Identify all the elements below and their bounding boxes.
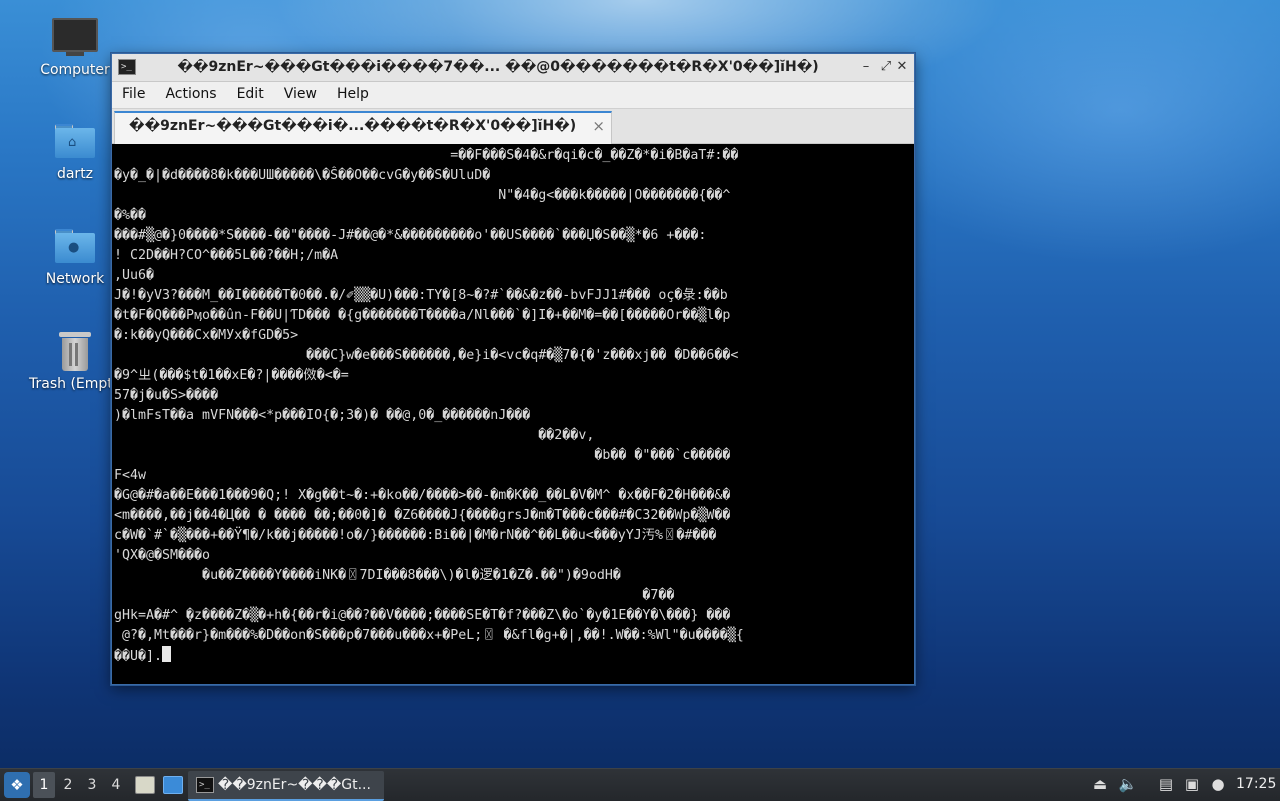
start-menu-icon[interactable]: ❖ [4,772,30,798]
menu-bar: File Actions Edit View Help [112,82,914,109]
terminal-line: ,Uu6� [114,268,155,283]
terminal-line: �9^ㄓ(���$t�1��xE�?|����傚�<�= [114,368,349,383]
taskbar-terminal-task[interactable]: >_ ��9znEr~���Gt... [188,771,384,801]
terminal-line: ���C}w�e���S������,�e}i�<vc�q#�▒7�{�'z��… [114,348,739,363]
terminal-line: �y�_�|�d����8�k���UШ�����\�Ŝ��O��cvG�y��… [114,168,491,183]
file-manager-icon[interactable] [135,776,155,794]
computer-icon [52,18,98,56]
terminal-app-icon[interactable]: >_ [118,59,136,75]
tab-bar: ��9znEr~���Gt���i�...����t�R�X'0��]ĭH�) … [112,109,914,144]
terminal-line: ! C2D��H?CO^���5L��?��H;/m�A [114,248,339,263]
terminal-window[interactable]: >_ ��9znEr~���Gt���i����7��... ��@0�����… [111,53,915,685]
terminal-line: �t�F�Q���Pӎo��ûn-F��U|ƬD��� �{g�������T�… [114,308,731,323]
menu-actions[interactable]: Actions [155,82,226,102]
terminal-line: <m����,��j��4�Ц�� � ���� ��;��0�]� �Z6��… [114,508,731,523]
tab-title: ��9znEr~���Gt���i�...����t�R�X'0��]ĭH�) [129,118,577,134]
desktop-icon-home-folder[interactable]: ⌂ dartz [27,124,123,182]
desktop-icon-label: Trash (Empt [29,376,113,392]
menu-help[interactable]: Help [327,82,379,102]
terminal-line: �u��Z����Y����iNK�〿7DI���8���\)�l�逻�1�Z�… [114,568,621,583]
terminal-line: =��F���S�4�&r�qi�c�_��Z�*�i�B�aT#:�� [114,148,739,163]
terminal-line: ���#▒@�}0����*S����-��"����-J#��@�*&����… [114,228,707,243]
desktop-icon-computer[interactable]: Computer [27,18,123,78]
terminal-line: ��2��v, [114,428,595,443]
volume-icon[interactable]: 🔈 [1117,775,1139,793]
terminal-scrollbar[interactable] [886,146,914,682]
network-folder-icon: ● [55,229,95,263]
terminal-line: �:k��yQ���Cx�MУх�fGD�5> [114,328,299,343]
window-titlebar[interactable]: >_ ��9znEr~���Gt���i����7��... ��@0�����… [112,54,914,82]
terminal-line: 'QX�@�SM���o [114,548,211,563]
terminal-line: N"�4�g<���k�����|O�������{��^ [114,188,731,203]
minimize-icon[interactable]: – [856,57,876,77]
window-title: ��9znEr~���Gt���i����7��... ��@0�������t… [177,59,819,75]
terminal-line: �7�� [114,588,675,603]
terminal-line: F<4w [114,468,147,483]
tab-close-icon[interactable]: × [592,117,605,135]
terminal-line: �%�� [114,208,147,223]
workspace-2[interactable]: 2 [57,772,79,798]
workspace-3[interactable]: 3 [81,772,103,798]
home-folder-icon: ⌂ [55,124,95,158]
terminal-line: )�lmFsT��a mVFN���<*p���IO{�;3�)� ��@,0�… [114,408,531,423]
terminal-line: @?�,Mt���r}�m���%�D��on�S���p�7���u���x+… [114,628,744,643]
desktop-icon-label: Network [45,271,105,287]
menu-file[interactable]: File [112,82,155,102]
terminal-line: ��U�]. [114,646,884,666]
desktop-icon-network[interactable]: ● Network [27,229,123,287]
close-icon[interactable]: ✕ [892,57,912,77]
desktop-icon-trash[interactable]: Trash (Empt [27,332,123,392]
terminal-tab[interactable]: ��9znEr~���Gt���i�...����t�R�X'0��]ĭH�) … [114,111,612,144]
clock[interactable]: 17:25 [1236,776,1276,792]
terminal-line: c�W�`#`�▒���+��Ÿ¶�/k��j�����!o�/}������:… [114,528,717,543]
notification-icon[interactable]: ● [1207,775,1229,793]
workspace-1[interactable]: 1 [33,772,55,798]
task-label: ��9znEr~���Gt... [218,777,371,793]
desktop-icon-label: dartz [56,166,94,182]
trash-icon [59,332,91,372]
clipboard-icon[interactable]: ▤ [1155,775,1177,793]
terminal-line: gHk=A�#^ ̧�z����Z�▒�+h�{��r�i@��?��V����… [114,608,731,623]
terminal-line: J�!�yV3?���M_��I�����T�0��.�/✐▒▒�U)���:T… [114,288,728,303]
workspace-4[interactable]: 4 [105,772,127,798]
menu-view[interactable]: View [274,82,327,102]
taskbar: ❖ 1 2 3 4 >_ ��9znEr~���Gt... ⏏ 🔈 ▤ ▣ ● … [0,768,1280,801]
terminal-cursor [162,646,172,662]
terminal-line: �b�� �"���`c����� [114,448,731,463]
terminal-task-icon: >_ [196,777,214,793]
terminal-line: �G@�#�a��E���1���9�Q;! X�g��t~�:+�ko��/�… [114,488,731,503]
terminal-line: 57�j�u�S>���� [114,388,219,403]
tray-up-arrow-icon[interactable]: ⏏ [1089,775,1111,793]
network-status-icon[interactable]: ▣ [1181,775,1203,793]
desktop-icon-label: Computer [40,62,110,78]
show-desktop-icon[interactable] [163,776,183,794]
terminal-output[interactable]: =��F���S�4�&r�qi�c�_��Z�*�i�B�aT#:�� �y�_… [114,146,884,676]
menu-edit[interactable]: Edit [227,82,274,102]
